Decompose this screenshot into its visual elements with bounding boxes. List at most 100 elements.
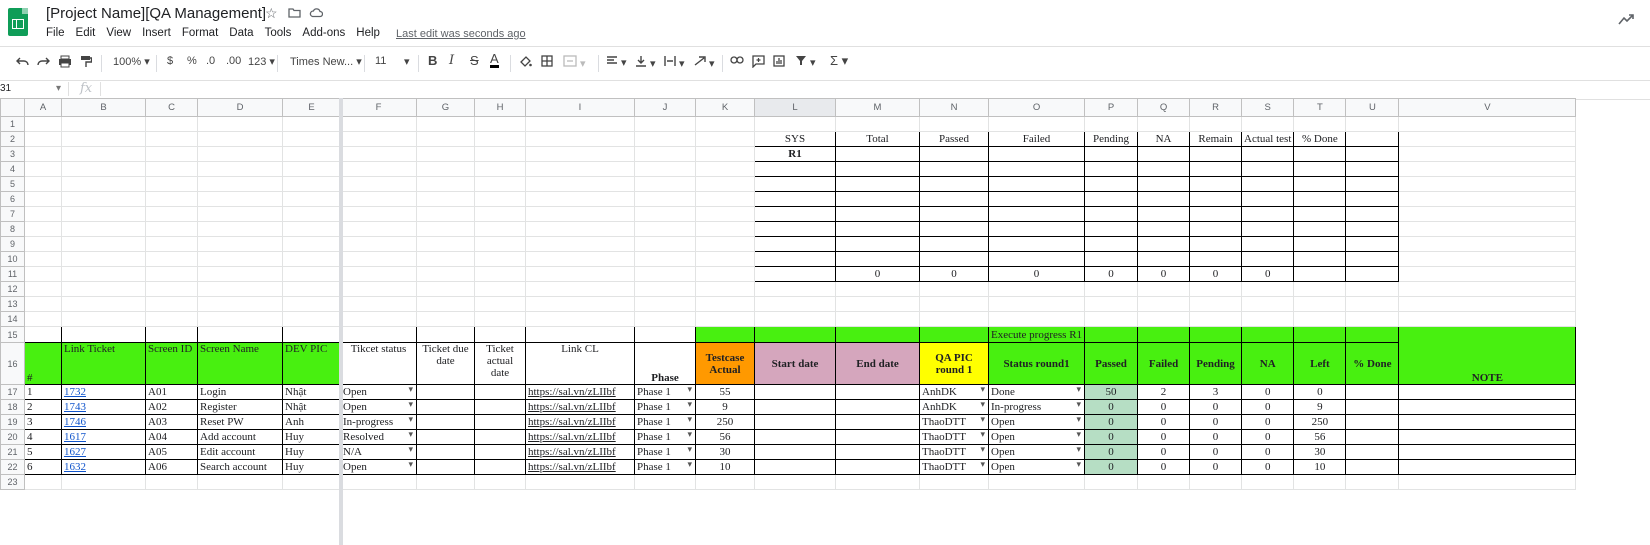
cell-l13[interactable] (754, 296, 836, 312)
status-round-dropdown[interactable]: Done (987, 384, 1086, 400)
cell-g18[interactable] (416, 399, 475, 415)
cell-t16[interactable]: Left (1293, 342, 1347, 385)
cell-b4[interactable] (61, 161, 146, 177)
cell-f16[interactable]: Tikcet status (340, 342, 417, 385)
filter-icon[interactable]: ▾ (795, 55, 816, 69)
cell-b9[interactable] (61, 236, 146, 252)
cell-c7[interactable] (145, 206, 198, 222)
cell-g21[interactable] (416, 444, 475, 460)
cell-l1[interactable] (754, 116, 836, 132)
cell-q23[interactable] (1137, 474, 1191, 490)
ticket-status-dropdown[interactable]: Open (340, 384, 417, 400)
cell-l6[interactable] (754, 191, 836, 207)
cell-o16[interactable]: Status round1 (987, 342, 1086, 385)
cell-u15[interactable] (1345, 326, 1400, 343)
cell-r18[interactable]: 0 (1189, 399, 1243, 415)
cell-m14[interactable] (835, 311, 920, 327)
cell-m20[interactable] (835, 429, 920, 445)
italic-button[interactable]: I (449, 53, 454, 68)
cell-l19[interactable] (754, 414, 836, 430)
cell-g2[interactable] (416, 131, 475, 147)
percent-format-button[interactable]: % (187, 55, 197, 67)
cell-d5[interactable] (197, 176, 283, 192)
cell-f23[interactable] (340, 474, 417, 490)
cell-a9[interactable] (24, 236, 62, 252)
column-header-a[interactable]: A (24, 98, 62, 117)
cell-l14[interactable] (754, 311, 836, 327)
cell-m15[interactable] (835, 326, 920, 343)
cell-d17[interactable]: Login (197, 384, 283, 400)
cell-f2[interactable] (340, 131, 417, 147)
cell-u6[interactable] (1345, 191, 1400, 207)
cell-n3[interactable] (919, 146, 989, 162)
cell-h21[interactable] (474, 444, 526, 460)
cell-v7[interactable] (1398, 206, 1577, 222)
paint-format-icon[interactable] (80, 55, 93, 71)
cell-f14[interactable] (340, 311, 417, 327)
cell-d18[interactable]: Register (197, 399, 283, 415)
cell-d11[interactable] (197, 266, 283, 282)
cell-c15[interactable] (145, 326, 198, 343)
cell-f4[interactable] (340, 161, 417, 177)
cell-u22[interactable] (1345, 459, 1400, 475)
cell-s6[interactable] (1241, 191, 1295, 207)
cell-c4[interactable] (145, 161, 198, 177)
cell-c5[interactable] (145, 176, 198, 192)
cell-a19[interactable]: 3 (24, 414, 62, 430)
cell-t11[interactable] (1293, 266, 1347, 282)
cell-p21[interactable]: 0 (1084, 444, 1139, 460)
cell-e21[interactable]: Huy (282, 444, 341, 460)
cell-r12[interactable] (1189, 281, 1243, 297)
cell-b3[interactable] (61, 146, 146, 162)
cell-h23[interactable] (474, 474, 526, 490)
cell-e5[interactable] (282, 176, 341, 192)
row-header-22[interactable]: 22 (0, 459, 25, 475)
qa-pic-dropdown[interactable]: ThaoDTT (919, 429, 989, 445)
cell-h15[interactable] (474, 326, 526, 343)
cell-t8[interactable] (1293, 221, 1347, 237)
cell-a22[interactable]: 6 (24, 459, 62, 475)
cell-p12[interactable] (1084, 281, 1139, 297)
cell-p14[interactable] (1084, 311, 1139, 327)
cell-d6[interactable] (197, 191, 283, 207)
cell-k15[interactable] (695, 326, 755, 343)
cell-j6[interactable] (634, 191, 696, 207)
strikethrough-button[interactable]: S (470, 53, 479, 68)
cell-o9[interactable] (987, 236, 1086, 252)
cell-k2[interactable] (695, 131, 755, 147)
cell-t20[interactable]: 56 (1293, 429, 1347, 445)
cell-t4[interactable] (1293, 161, 1347, 177)
cell-e6[interactable] (282, 191, 341, 207)
cell-n16[interactable]: QA PIC round 1 (919, 342, 989, 385)
cell-g16[interactable]: Ticket due date (416, 342, 475, 385)
cell-j2[interactable] (634, 131, 696, 147)
cell-b12[interactable] (61, 281, 146, 297)
cell-d14[interactable] (197, 311, 283, 327)
cell-j8[interactable] (634, 221, 696, 237)
cell-j3[interactable] (634, 146, 696, 162)
cell-c6[interactable] (145, 191, 198, 207)
cell-v21[interactable] (1398, 444, 1577, 460)
column-header-r[interactable]: R (1189, 98, 1243, 117)
cell-v4[interactable] (1398, 161, 1577, 177)
cell-p8[interactable] (1084, 221, 1139, 237)
column-header-p[interactable]: P (1084, 98, 1139, 117)
checklist-link[interactable]: https://sal.vn/zLIIbf (525, 459, 635, 475)
cell-i1[interactable] (525, 116, 635, 132)
cell-g20[interactable] (416, 429, 475, 445)
row-header-2[interactable]: 2 (0, 131, 25, 147)
phase-dropdown[interactable]: Phase 1 (634, 429, 696, 445)
insert-comment-icon[interactable] (752, 55, 765, 71)
cell-b5[interactable] (61, 176, 146, 192)
cell-t19[interactable]: 250 (1293, 414, 1347, 430)
cell-k7[interactable] (695, 206, 755, 222)
cell-t22[interactable]: 10 (1293, 459, 1347, 475)
cell-o10[interactable] (987, 251, 1086, 267)
cell-e10[interactable] (282, 251, 341, 267)
cell-r1[interactable] (1189, 116, 1243, 132)
insert-link-icon[interactable] (730, 55, 744, 68)
cell-c8[interactable] (145, 221, 198, 237)
cell-p23[interactable] (1084, 474, 1139, 490)
cell-d21[interactable]: Edit account (197, 444, 283, 460)
row-header-16[interactable]: 16 (0, 342, 25, 385)
